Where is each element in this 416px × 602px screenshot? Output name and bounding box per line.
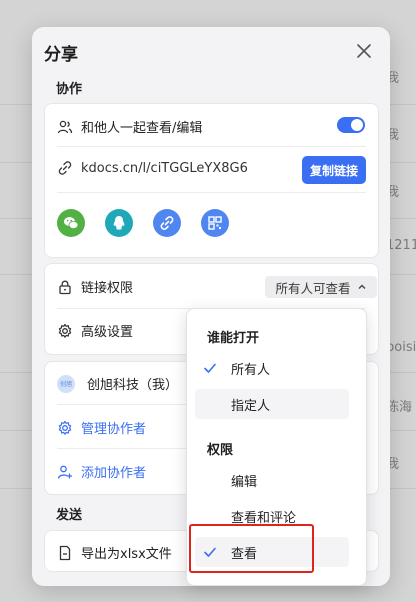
link-permission-row: 链接权限 (57, 277, 133, 296)
qrcode-icon[interactable] (201, 209, 229, 237)
option-label: 编辑 (231, 474, 258, 490)
option-label: 指定人 (231, 398, 271, 414)
users-icon (57, 119, 73, 135)
option-label: 查看和评论 (231, 510, 297, 526)
dialog-title: 分享 (44, 45, 78, 65)
link-permission-label: 链接权限 (81, 281, 134, 296)
close-icon[interactable] (354, 41, 374, 61)
divider (57, 192, 366, 193)
option-label: 查看 (231, 546, 258, 562)
link-row: kdocs.cn/l/ciTGGLeYX8G6 (57, 160, 248, 176)
gear-icon (57, 420, 73, 436)
collab-toggle-row: 和他人一起查看/编辑 (57, 117, 202, 136)
toggle-knob (351, 119, 363, 131)
copy-link-button[interactable]: 复制链接 (302, 156, 366, 184)
collab-toggle-label: 和他人一起查看/编辑 (81, 121, 203, 136)
chevron-up-icon (357, 282, 367, 292)
file-icon (57, 545, 73, 561)
manage-collaborators-label: 管理协作者 (81, 422, 147, 437)
owner-name: 创旭科技（我） (87, 378, 179, 393)
export-row[interactable]: 导出为xlsx文件 (57, 543, 172, 562)
advanced-settings-row[interactable]: 高级设置 (57, 321, 133, 340)
dropdown-option-view-comment[interactable]: 查看和评论 (195, 501, 349, 531)
avatar: 创旭 (57, 374, 75, 393)
check-icon (203, 361, 219, 375)
send-section-label: 发送 (56, 508, 83, 523)
collab-toggle-switch[interactable] (337, 117, 365, 133)
advanced-settings-label: 高级设置 (81, 325, 134, 340)
link-permission-select[interactable]: 所有人可查看 (265, 276, 377, 298)
gear-icon (57, 323, 73, 339)
dropdown-option-view[interactable]: 查看 (195, 537, 349, 567)
link-icon[interactable] (153, 209, 181, 237)
dropdown-option-specific[interactable]: 指定人 (195, 389, 349, 419)
add-collaborator-label: 添加协作者 (81, 466, 147, 481)
divider (57, 146, 366, 147)
collab-section-label: 协作 (56, 82, 83, 97)
qq-icon[interactable] (105, 209, 133, 237)
check-icon (203, 545, 219, 559)
owner-row: 创旭 创旭科技（我） (57, 374, 178, 393)
permission-dropdown: 谁能打开 所有人 指定人 权限 编辑 查看和评论 查看 (186, 308, 367, 586)
link-chain-icon (57, 160, 73, 176)
share-link-text[interactable]: kdocs.cn/l/ciTGGLeYX8G6 (81, 161, 248, 176)
who-can-open-heading: 谁能打开 (207, 331, 260, 346)
add-collaborator-link[interactable]: 添加协作者 (57, 462, 146, 481)
wechat-icon[interactable] (57, 209, 85, 237)
dropdown-option-everyone[interactable]: 所有人 (195, 353, 349, 383)
link-permission-value: 所有人可查看 (275, 280, 351, 296)
collab-card: 和他人一起查看/编辑 kdocs.cn/l/ciTGGLeYX8G6 复制链接 (44, 103, 379, 258)
lock-icon (57, 279, 73, 295)
add-user-icon (57, 464, 73, 480)
permission-heading: 权限 (207, 443, 234, 458)
manage-collaborators-link[interactable]: 管理协作者 (57, 418, 146, 437)
dropdown-option-edit[interactable]: 编辑 (195, 465, 349, 495)
export-label: 导出为xlsx文件 (81, 547, 172, 562)
option-label: 所有人 (231, 362, 271, 378)
